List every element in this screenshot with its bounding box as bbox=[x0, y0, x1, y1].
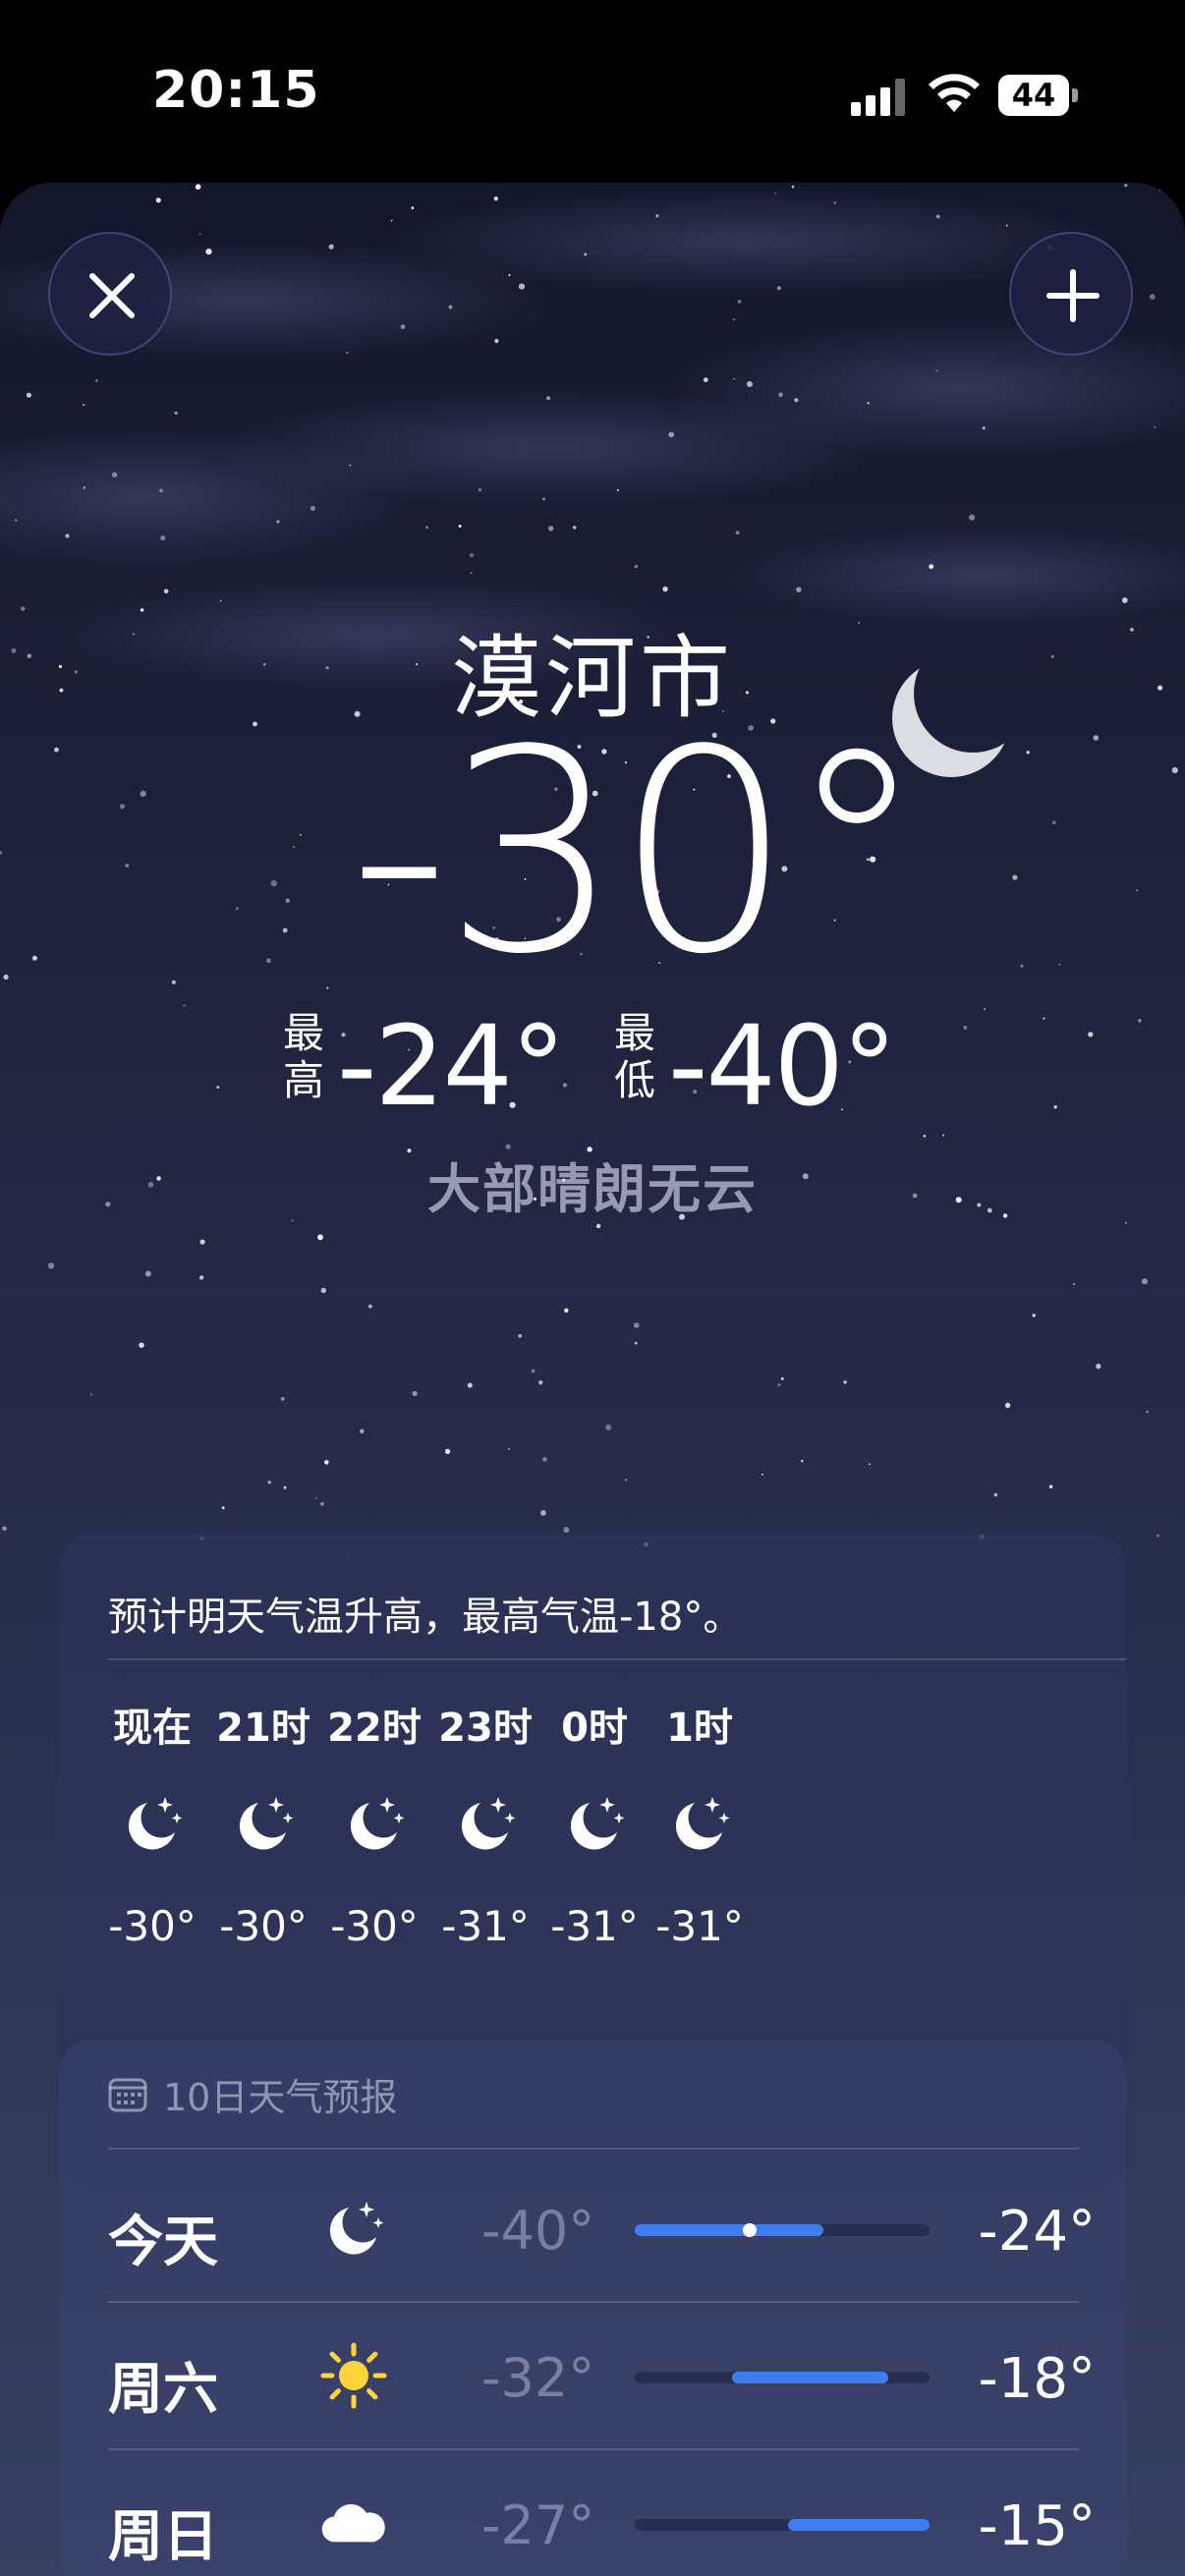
day-name: 周六 bbox=[108, 2358, 218, 2422]
add-location-button[interactable] bbox=[1009, 232, 1133, 356]
ten-day-title: 10日天气预报 bbox=[163, 2076, 398, 2119]
divider bbox=[108, 1658, 1126, 1660]
day-high: -18° bbox=[978, 2347, 1096, 2411]
high-low-temperatures: 最高 -24° 最低 -40° bbox=[280, 998, 919, 1146]
temperature-range-fill bbox=[635, 2224, 823, 2236]
forecast-day-row[interactable]: 周日 -27° -15° bbox=[59, 2449, 1126, 2576]
status-time: 20:15 bbox=[152, 61, 320, 120]
forecast-day-row[interactable]: 今天 -40° -24° bbox=[59, 2155, 1126, 2303]
day-name: 周日 bbox=[108, 2505, 218, 2569]
high-label: 最高 bbox=[282, 1009, 324, 1104]
weather-condition: 大部晴朗无云 bbox=[427, 1158, 758, 1220]
day-name: 今天 bbox=[108, 2211, 218, 2274]
temperature-range-bar bbox=[635, 2223, 930, 2237]
moon-stars-icon bbox=[560, 1789, 629, 1858]
close-icon bbox=[89, 273, 135, 318]
cloud-icon bbox=[319, 2489, 394, 2557]
cellular-signal-icon bbox=[851, 79, 906, 116]
low-temperature: -40° bbox=[668, 1003, 897, 1131]
low-label: 最低 bbox=[613, 1009, 655, 1104]
ten-day-forecast-card[interactable]: 10日天气预报 今天 -40° -24° 周六 -32° -18° 周日 -27… bbox=[59, 2040, 1126, 2576]
current-temperature: -30° bbox=[349, 690, 927, 1015]
battery-level: 44 bbox=[1011, 77, 1056, 114]
forecast-day-row[interactable]: 周六 -32° -18° bbox=[59, 2302, 1126, 2450]
moon-stars-icon bbox=[229, 1789, 298, 1858]
hour-label: 1时 bbox=[666, 1706, 733, 1751]
battery-indicator: 44 bbox=[998, 75, 1079, 116]
moon-stars-icon bbox=[340, 1789, 409, 1858]
moon-stars-icon bbox=[319, 2194, 394, 2263]
current-temp-dot bbox=[743, 2223, 757, 2237]
temperature-range-bar bbox=[635, 2519, 930, 2531]
high-temperature: -24° bbox=[337, 1003, 566, 1131]
close-button[interactable] bbox=[48, 232, 172, 356]
hour-temperature: -31° bbox=[655, 1902, 744, 1950]
plus-icon bbox=[1046, 269, 1100, 322]
sun-icon bbox=[319, 2341, 394, 2410]
temperature-range-fill bbox=[788, 2519, 930, 2531]
moon-stars-icon bbox=[451, 1789, 520, 1858]
forecast-message: 预计明天气温升高，最高气温-18°。 bbox=[108, 1595, 743, 1640]
temperature-range-fill bbox=[732, 2372, 888, 2383]
day-high: -24° bbox=[978, 2200, 1096, 2264]
wifi-icon bbox=[929, 74, 980, 112]
day-high: -15° bbox=[978, 2494, 1096, 2558]
status-bar: 20:15 44 bbox=[0, 0, 1185, 187]
divider bbox=[108, 2148, 1079, 2150]
calendar-icon bbox=[108, 2078, 147, 2112]
weather-sheet: 漠河市 -30° 最高 -24° 最低 -40° 大部晴朗无云 预计明天气温升高… bbox=[0, 183, 1185, 2576]
moon-stars-icon bbox=[118, 1789, 187, 1858]
temperature-range-bar bbox=[635, 2372, 930, 2383]
moon-stars-icon bbox=[665, 1789, 734, 1858]
